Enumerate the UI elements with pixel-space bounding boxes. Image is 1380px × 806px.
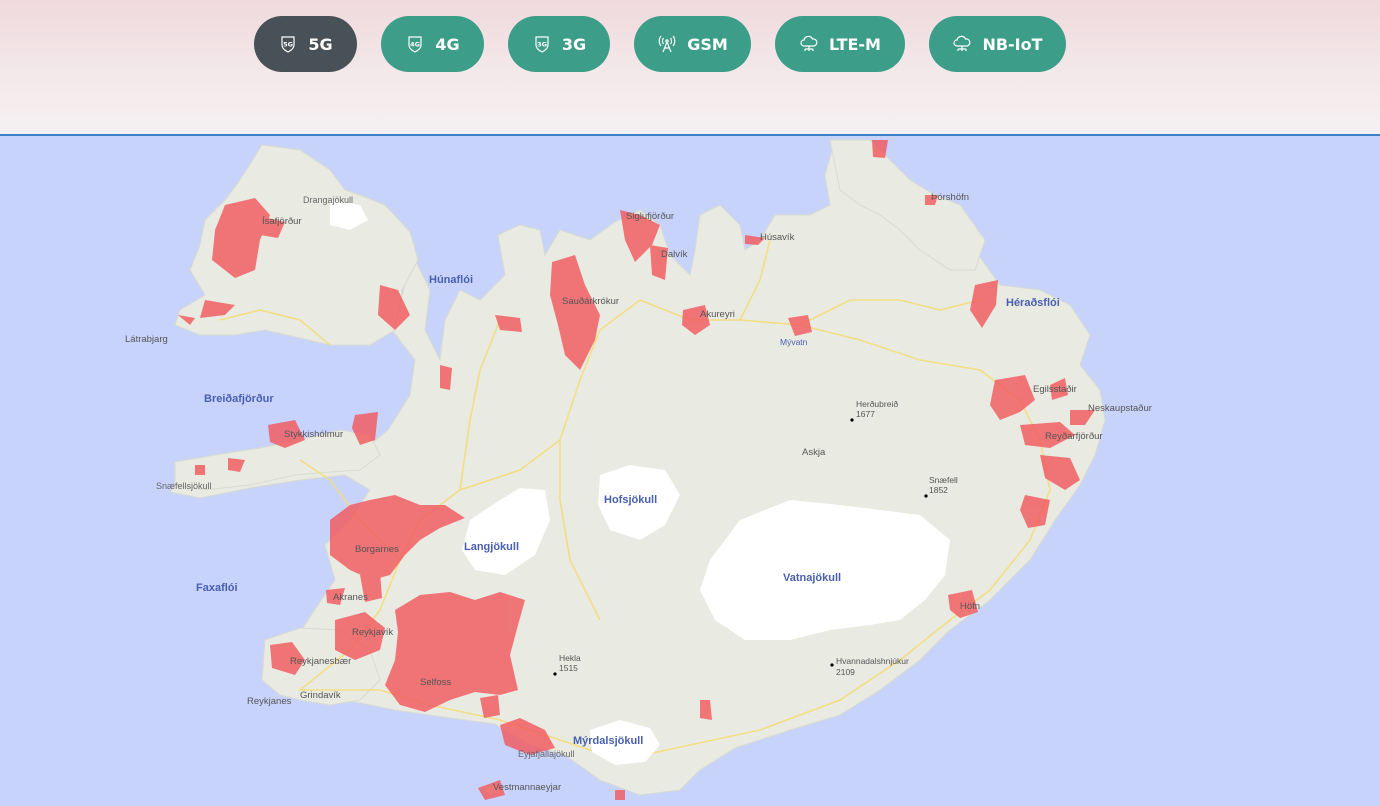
place-reykjavik: Reykjavík	[352, 627, 393, 638]
place-selfoss: Selfoss	[420, 677, 451, 688]
place-latrabjarg: Látrabjarg	[125, 334, 168, 345]
peak-hekla-elev: 1515	[559, 663, 578, 673]
place-reykjanesbaer: Reykjanesbær	[290, 656, 351, 667]
glacier-label-vatnajokull: Vatnajökull	[783, 572, 841, 584]
tab-gsm[interactable]: GSM	[634, 16, 751, 72]
svg-text:4G: 4G	[410, 41, 420, 49]
tab-label: NB-IoT	[982, 34, 1043, 54]
tab-4g[interactable]: 4G 4G	[381, 16, 484, 72]
place-vestmannaeyjar: Vestmannaeyjar	[493, 782, 561, 793]
network-type-header: 5G 5G 4G 4G 3G 3G GSM LTE-M NB-IoT	[0, 0, 1380, 136]
water-label-hunafloi: Húnaflói	[429, 274, 473, 286]
tab-3g[interactable]: 3G 3G	[508, 16, 610, 72]
peak-snaefell-elev: 1852	[929, 485, 948, 495]
place-egilsstadir: Egilsstaðir	[1033, 384, 1077, 395]
tab-label: GSM	[687, 34, 728, 54]
place-akureyri: Akureyri	[700, 309, 735, 320]
peak-hekla-name: Hekla	[559, 653, 581, 663]
place-saudarkrokur: Sauðárkrókur	[562, 296, 619, 307]
tab-label: 5G	[308, 34, 333, 54]
glacier-label-myrdalsjokull: Mýrdalsjökull	[573, 735, 643, 747]
map-canvas[interactable]: Húnaflói Breiðafjörður Faxaflói Héraðsfl…	[0, 136, 1380, 806]
place-reydarfjordur: Reyðarfjörður	[1045, 431, 1103, 442]
glacier-label-langjokull: Langjökull	[464, 541, 519, 553]
glacier-label-snaefellsjokull: Snæfellsjökull	[156, 481, 212, 491]
place-siglufjordur: Siglufjörður	[626, 211, 674, 222]
place-myvatn: Mývatn	[780, 337, 808, 347]
peak-herdubreid-name: Herðubreið	[856, 399, 898, 409]
peak-herdubreid-elev: 1677	[856, 409, 875, 419]
place-thorshofn: Þórshöfn	[931, 192, 969, 203]
place-grindavik: Grindavík	[300, 690, 341, 701]
cloud-network-icon	[799, 34, 819, 54]
3g-icon: 3G	[532, 34, 552, 54]
glacier-label-drangajokull: Drangajökull	[303, 195, 353, 205]
tab-label: 3G	[561, 34, 587, 54]
place-borgarnes: Borgarnes	[355, 544, 399, 555]
svg-text:3G: 3G	[537, 41, 547, 49]
coverage-map[interactable]: Húnaflói Breiðafjörður Faxaflói Héraðsfl…	[0, 136, 1380, 806]
tab-label: LTE-M	[829, 34, 881, 54]
tab-label: 4G	[435, 34, 460, 54]
place-isafjordur: Ísafjörður	[262, 216, 302, 227]
place-hofn: Höfn	[960, 601, 980, 612]
peak-snaefell-name: Snæfell	[929, 475, 958, 485]
5g-icon: 5G	[278, 34, 298, 54]
peak-hvannadalshnjukur-elev: 2109	[836, 667, 855, 677]
place-husavik: Húsavík	[760, 232, 795, 243]
place-neskaupstadur: Neskaupstaður	[1088, 403, 1152, 414]
tab-5g[interactable]: 5G 5G	[254, 16, 357, 72]
water-label-breidafjordur: Breiðafjörður	[204, 393, 274, 405]
antenna-icon	[657, 34, 677, 54]
peak-hvannadalshnjukur-name: Hvannadalshnjúkur	[836, 656, 909, 666]
tab-nb-iot[interactable]: NB-IoT	[929, 16, 1066, 72]
water-label-heradsfloi: Héraðsflói	[1006, 297, 1060, 309]
place-dalvik: Dalvík	[661, 249, 688, 260]
4g-icon: 4G	[405, 34, 425, 54]
place-akranes: Akranes	[333, 592, 368, 603]
glacier-label-eyjafjallajokull: Eyjafjallajökull	[518, 749, 575, 759]
place-stykkisholmur: Stykkishólmur	[284, 429, 343, 440]
place-reykjanes: Reykjanes	[247, 696, 292, 707]
svg-text:5G: 5G	[283, 41, 293, 49]
tab-lte-m[interactable]: LTE-M	[775, 16, 905, 72]
place-askja: Askja	[802, 447, 826, 458]
water-label-faxafloi: Faxaflói	[196, 582, 238, 594]
cloud-network-icon	[952, 34, 972, 54]
glacier-label-hofsjokull: Hofsjökull	[604, 494, 657, 506]
